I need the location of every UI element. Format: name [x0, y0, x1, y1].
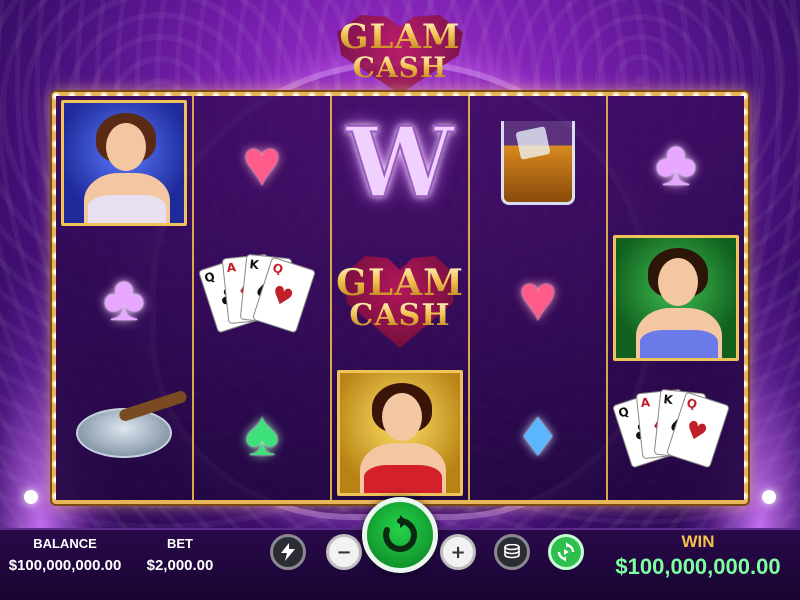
reel-cell[interactable]: ♥	[470, 231, 606, 366]
playing-cards-symbol: Q♣A♦K♠Q♥	[611, 388, 731, 478]
lightning-icon	[281, 543, 295, 561]
reel-5: ♣ Q♣A♦K♠Q♥	[608, 96, 744, 500]
win-value: $100,000,000.00	[615, 554, 781, 579]
reel-grid: ♣♥Q♣A♦K♠Q♥♠WGLAMCASH♥♦♣Q♣A♦K♠Q♥	[56, 96, 744, 500]
reel-2: ♥ Q♣A♦K♠Q♥ ♠	[194, 96, 332, 500]
stage-bulb	[24, 490, 38, 504]
reel-cell[interactable]	[332, 365, 468, 500]
reels-frame: ♣♥Q♣A♦K♠Q♥♠WGLAMCASH♥♦♣Q♣A♦K♠Q♥	[52, 92, 748, 504]
plus-icon: +	[450, 541, 466, 563]
coin-stack-icon	[504, 544, 520, 559]
diamond-symbol-icon: ♦	[521, 396, 555, 469]
game-background: GLAM CASH ♣♥Q♣A♦K♠Q♥♠WGLAMCASH♥♦♣Q♣A♦K♠Q…	[0, 0, 800, 530]
turbo-button[interactable]	[270, 534, 306, 570]
reel-1: ♣	[56, 96, 194, 500]
game-logo: GLAM CASH	[330, 8, 470, 94]
bet-decrease-button[interactable]: −	[326, 534, 362, 570]
heart-symbol-icon: ♥	[519, 262, 557, 334]
spin-arrow-icon	[383, 515, 418, 552]
bet-increase-button[interactable]: +	[440, 534, 476, 570]
minus-icon: −	[336, 541, 352, 563]
bet-levels-button[interactable]	[494, 534, 530, 570]
showgirl-portrait-gold	[337, 369, 463, 496]
logo-symbol: GLAM CASH	[336, 248, 464, 348]
wild-symbol-icon: W	[345, 106, 455, 220]
club-symbol-icon: ♣	[103, 262, 145, 334]
club-symbol-icon: ♣	[655, 127, 697, 200]
reel-cell[interactable]: ♠	[194, 365, 330, 500]
bet-value: $2,000.00	[146, 557, 214, 574]
balance-value: $100,000,000.00	[8, 557, 122, 574]
heart-symbol-icon: ♥	[243, 127, 281, 200]
balance-label: BALANCE	[33, 536, 97, 551]
playing-cards-symbol: Q♣A♦K♠Q♥	[197, 253, 317, 343]
reel-cell[interactable]	[608, 231, 744, 366]
logo-symbol-line2: CASH	[349, 298, 451, 333]
win-label: WIN	[681, 532, 715, 551]
reel-3: W GLAM CASH	[332, 96, 470, 500]
reel-cell[interactable]: GLAM CASH	[332, 231, 468, 366]
logo-text-line2: CASH	[352, 51, 448, 84]
spade-symbol-icon: ♠	[245, 396, 279, 469]
reel-cell[interactable]	[56, 96, 192, 231]
reel-cell[interactable]: Q♣A♦K♠Q♥	[194, 231, 330, 366]
cigar-ashtray-icon	[76, 407, 172, 458]
reel-cell[interactable]: ♣	[56, 231, 192, 366]
showgirl-portrait-green	[613, 235, 739, 361]
reel-cell[interactable]	[56, 365, 192, 500]
reel-4: ♥ ♦	[470, 96, 608, 500]
logo-text-line1: GLAM	[339, 17, 461, 57]
stage-bulb	[762, 490, 776, 504]
autoplay-icon	[557, 542, 575, 562]
logo-symbol-line1: GLAM	[336, 262, 464, 304]
bet-display: BET $2,000.00	[140, 536, 220, 574]
autoplay-button[interactable]	[548, 534, 584, 570]
reel-cell[interactable]: Q♣A♦K♠Q♥	[608, 365, 744, 500]
win-display: WIN $100,000,000.00	[600, 532, 796, 580]
spin-button[interactable]	[362, 497, 438, 573]
reel-cell[interactable]: W	[332, 96, 468, 231]
reel-cell[interactable]: ♥	[194, 96, 330, 231]
bet-label: BET	[167, 536, 193, 551]
reel-cell[interactable]: ♦	[470, 365, 606, 500]
whisky-glass-icon	[501, 121, 575, 206]
balance-display: BALANCE $100,000,000.00	[2, 536, 128, 574]
showgirl-portrait-blue	[61, 100, 187, 227]
reel-cell[interactable]: ♣	[608, 96, 744, 231]
reel-cell[interactable]	[470, 96, 606, 231]
